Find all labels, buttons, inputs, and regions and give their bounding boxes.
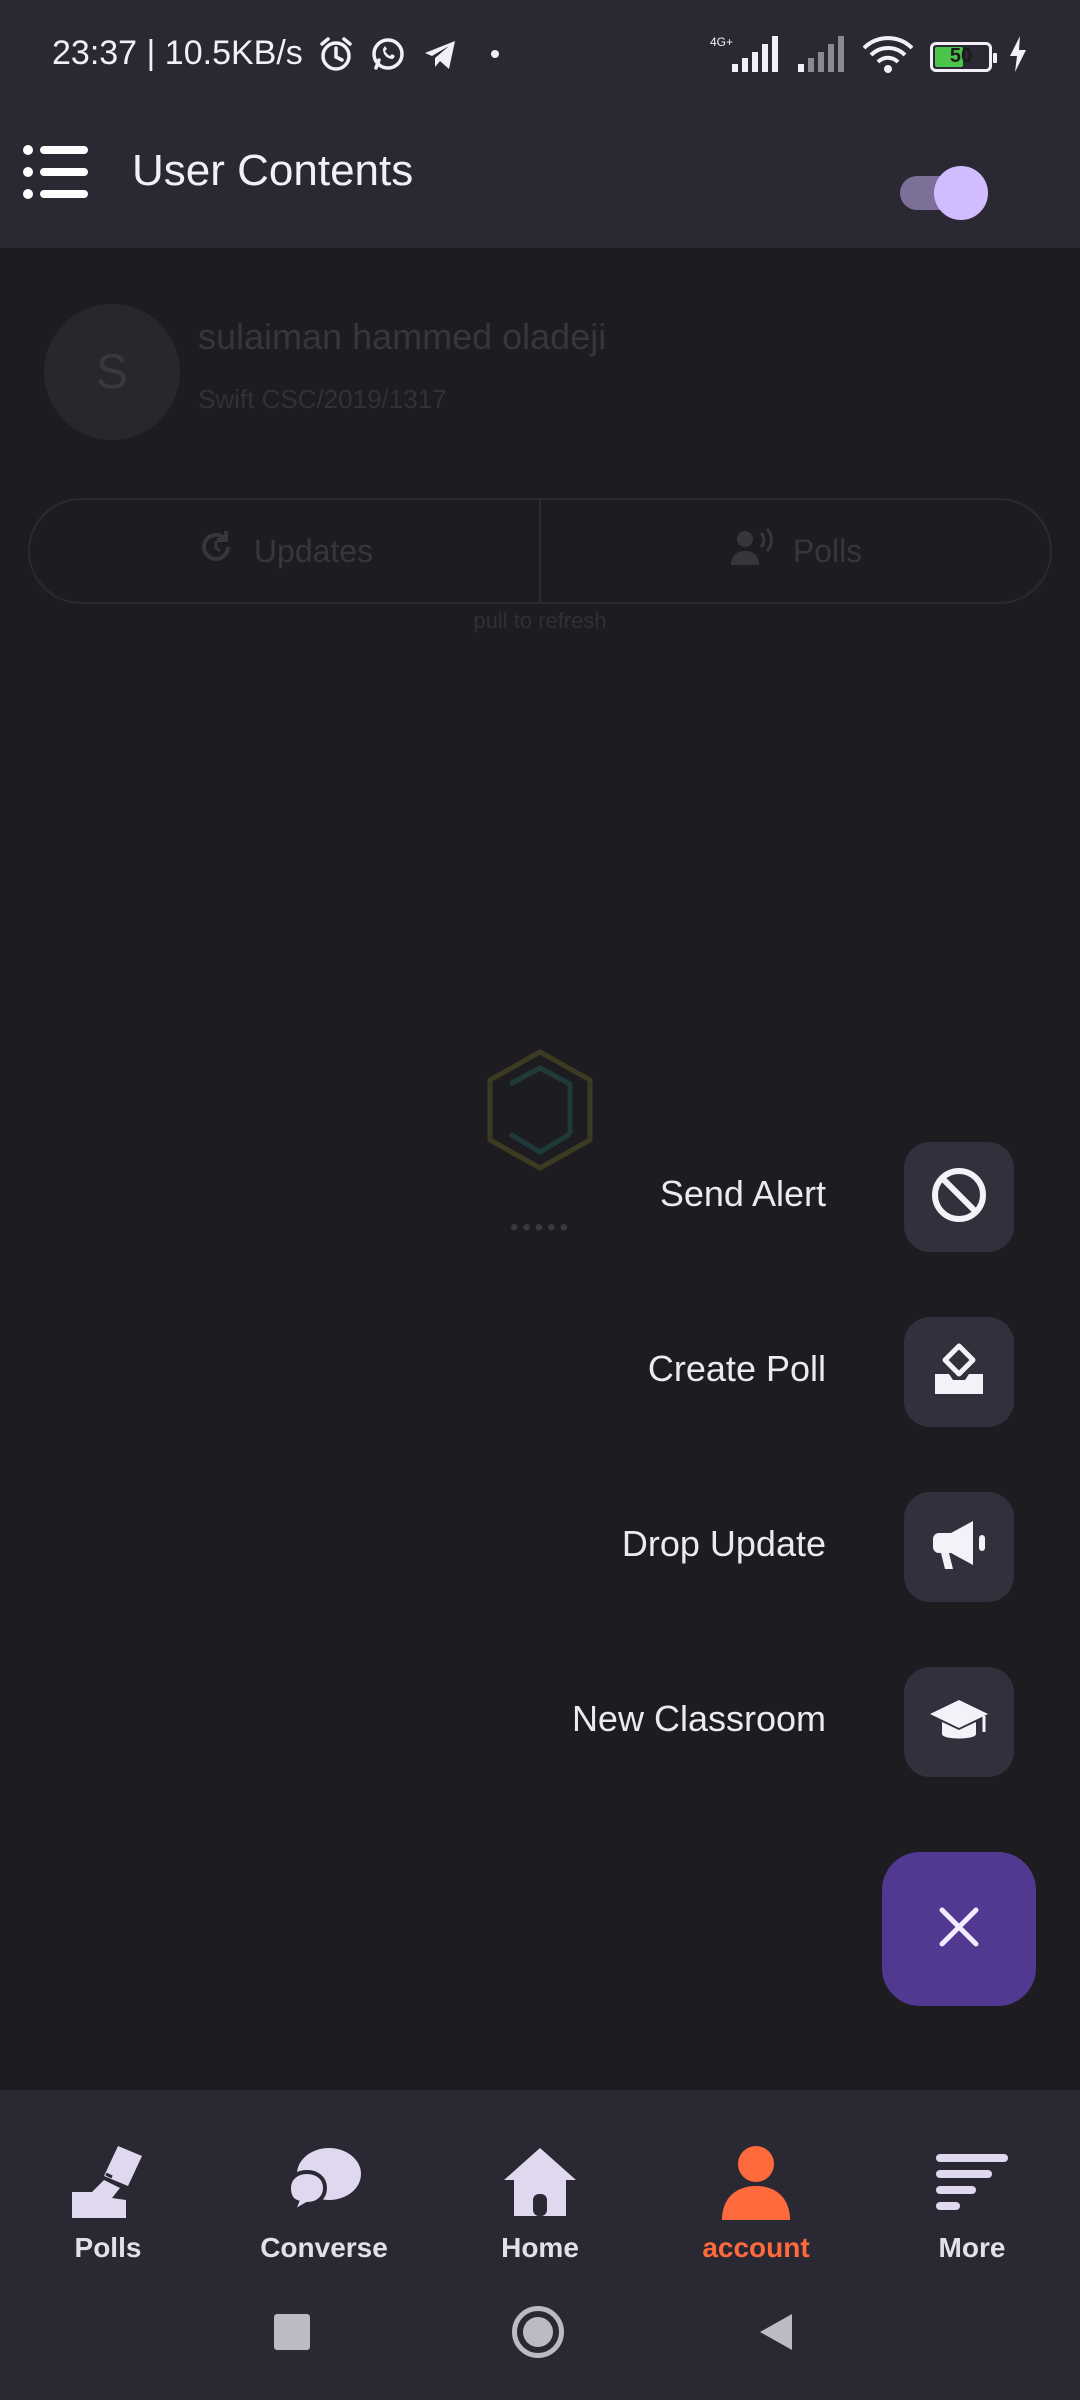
theme-toggle[interactable] xyxy=(900,166,988,220)
nav-item-more[interactable]: More xyxy=(864,2140,1080,2264)
telegram-icon xyxy=(421,35,459,73)
tab-polls-label: Polls xyxy=(792,532,863,569)
notification-dot xyxy=(490,49,499,58)
more-lines-icon xyxy=(930,2140,1014,2224)
status-right: 4G+ 50 xyxy=(710,34,1028,79)
create-poll-button[interactable] xyxy=(904,1317,1014,1427)
signal-4g-icon: 4G+ xyxy=(710,34,780,79)
ballot-box-icon xyxy=(929,1340,989,1405)
tab-polls[interactable]: Polls xyxy=(539,500,1050,602)
list-menu-icon[interactable] xyxy=(22,144,90,200)
create-poll-label[interactable]: Create Poll xyxy=(648,1348,826,1390)
wifi-icon xyxy=(862,34,914,79)
ban-icon xyxy=(929,1165,989,1230)
page-title: User Contents xyxy=(132,146,414,195)
send-alert-label[interactable]: Send Alert xyxy=(660,1173,826,1215)
back-button[interactable] xyxy=(758,2312,794,2357)
close-fab-button[interactable] xyxy=(882,1852,1036,2006)
user-name: sulaiman hammed oladeji xyxy=(198,316,607,357)
content-tabs: Updates Polls xyxy=(28,498,1052,604)
user-icon xyxy=(714,2140,798,2224)
drop-update-label[interactable]: Drop Update xyxy=(622,1523,826,1565)
user-id: Swift CSC/2019/1317 xyxy=(198,384,447,414)
new-classroom-button[interactable] xyxy=(904,1667,1014,1777)
status-bar: 23:37 | 10.5KB/s 4G+ 50 xyxy=(0,0,1080,116)
home-icon xyxy=(498,2140,582,2224)
nav-label-home: Home xyxy=(501,2232,579,2263)
home-system-dot xyxy=(523,2317,553,2347)
status-time: 23:37 | 10.5KB/s xyxy=(52,34,303,72)
nav-label-more: More xyxy=(938,2232,1006,2263)
drop-update-button[interactable] xyxy=(904,1492,1014,1602)
recents-button[interactable] xyxy=(274,2314,310,2350)
system-navigation-bar xyxy=(0,2290,1080,2376)
speaking-person-icon xyxy=(729,527,775,575)
avatar: S xyxy=(44,304,180,440)
nav-label-converse: Converse xyxy=(260,2232,388,2263)
app-bar: User Contents xyxy=(0,116,1080,248)
loader-dots: ••••• xyxy=(510,1214,573,1241)
hand-ballot-icon xyxy=(66,2140,150,2224)
battery-level: 50 xyxy=(949,45,973,67)
send-alert-button[interactable] xyxy=(904,1142,1014,1252)
loading-logo-icon xyxy=(480,1044,600,1184)
network-type: 4G+ xyxy=(710,35,733,49)
tab-updates-label: Updates xyxy=(253,532,374,569)
status-left: 23:37 | 10.5KB/s xyxy=(52,34,499,73)
nav-item-account[interactable]: account xyxy=(648,2140,864,2264)
charging-icon xyxy=(1008,36,1028,77)
nav-item-converse[interactable]: Converse xyxy=(216,2140,432,2264)
refresh-icon xyxy=(196,527,236,575)
whatsapp-icon xyxy=(369,35,407,73)
close-icon xyxy=(936,1904,982,1955)
home-system-button[interactable] xyxy=(512,2306,564,2358)
signal-weak-icon xyxy=(796,34,846,79)
nav-item-polls[interactable]: Polls xyxy=(0,2140,216,2264)
new-classroom-label[interactable]: New Classroom xyxy=(572,1698,826,1740)
tab-updates[interactable]: Updates xyxy=(30,500,539,602)
nav-item-home[interactable]: Home xyxy=(432,2140,648,2264)
alarm-icon xyxy=(317,35,355,73)
toggle-knob xyxy=(934,166,988,220)
battery-icon: 50 xyxy=(930,41,997,72)
nav-label-polls: Polls xyxy=(74,2232,142,2263)
pull-to-refresh-hint: pull to refresh xyxy=(473,608,607,633)
megaphone-icon xyxy=(929,1515,989,1580)
nav-label-account: account xyxy=(702,2232,810,2263)
chat-bubbles-icon xyxy=(282,2140,366,2224)
graduation-cap-icon xyxy=(928,1690,990,1755)
